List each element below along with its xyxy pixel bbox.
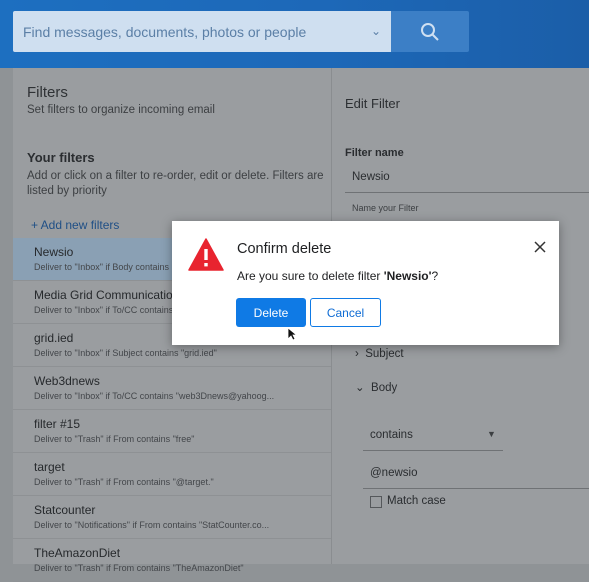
body-expander[interactable]: ⌄ Body xyxy=(355,380,397,394)
search-button[interactable] xyxy=(391,11,469,52)
search-input[interactable]: Find messages, documents, photos or peop… xyxy=(13,11,391,52)
filter-description: Deliver to "Trash" if From contains "@ta… xyxy=(34,477,214,487)
subject-expander[interactable]: › Subject xyxy=(355,348,404,360)
condition-underline xyxy=(363,450,503,451)
condition-select[interactable]: contains xyxy=(370,429,413,441)
filter-item[interactable]: Statcounter Deliver to "Notifications" i… xyxy=(13,496,331,539)
dropdown-arrow-icon[interactable]: ▼ xyxy=(487,429,496,439)
chevron-down-icon[interactable]: ⌄ xyxy=(371,24,381,38)
subject-label: Subject xyxy=(365,348,404,360)
match-case-checkbox[interactable] xyxy=(370,496,382,508)
cancel-button[interactable]: Cancel xyxy=(310,298,381,327)
filter-name-underline xyxy=(345,192,589,193)
filter-description: Deliver to "Inbox" if To/CC contains "we… xyxy=(34,391,275,401)
filter-name-hint: Name your Filter xyxy=(352,203,419,213)
dialog-filter-name: 'Newsio' xyxy=(383,269,432,283)
chevron-right-icon: › xyxy=(355,348,359,360)
filter-name: grid.ied xyxy=(34,331,74,345)
filter-name: Statcounter xyxy=(34,503,96,517)
filter-name-field[interactable]: Newsio xyxy=(352,171,390,183)
search-placeholder: Find messages, documents, photos or peop… xyxy=(23,24,307,40)
chevron-down-icon: ⌄ xyxy=(355,382,365,394)
filter-description: Deliver to "Inbox" if Body contains xyxy=(34,262,169,272)
match-case-label: Match case xyxy=(387,495,446,507)
filter-name-label: Filter name xyxy=(345,147,404,159)
your-filters-description: Add or click on a filter to re-order, ed… xyxy=(27,170,324,197)
add-new-filter-link[interactable]: + Add new filters xyxy=(31,218,119,232)
delete-button[interactable]: Delete xyxy=(236,298,306,327)
filter-description: Deliver to "Trash" if From contains "fre… xyxy=(34,434,195,444)
warning-icon xyxy=(188,238,224,271)
top-bar: Find messages, documents, photos or peop… xyxy=(0,0,589,68)
filter-item[interactable]: Web3dnews Deliver to "Inbox" if To/CC co… xyxy=(13,367,331,410)
dialog-message: Are you sure to delete filter 'Newsio'? xyxy=(237,269,438,283)
filter-description: Deliver to "Inbox" if To/CC contains xyxy=(34,305,174,315)
filter-item[interactable]: filter #15 Deliver to "Trash" if From co… xyxy=(13,410,331,453)
filter-item[interactable]: TheAmazonDiet Deliver to "Trash" if From… xyxy=(13,539,331,582)
filter-description: Deliver to "Inbox" if Subject contains "… xyxy=(34,348,217,358)
match-value-field[interactable]: @newsio xyxy=(370,467,417,479)
mouse-cursor-icon xyxy=(287,327,297,341)
search-icon xyxy=(421,23,439,41)
filter-name: TheAmazonDiet xyxy=(34,546,121,560)
filters-title: Filters xyxy=(27,84,68,101)
filter-description: Deliver to "Notifications" if From conta… xyxy=(34,520,270,530)
filter-description: Deliver to "Trash" if From contains "The… xyxy=(34,563,244,573)
match-value-underline xyxy=(363,488,589,489)
edit-filter-title: Edit Filter xyxy=(345,96,400,111)
close-icon[interactable] xyxy=(532,239,548,255)
confirm-delete-dialog: Confirm delete Are you sure to delete fi… xyxy=(172,221,559,345)
filter-name: filter #15 xyxy=(34,417,81,431)
dialog-message-suffix: ? xyxy=(431,269,439,283)
dialog-title: Confirm delete xyxy=(237,241,332,257)
your-filters-heading: Your filters xyxy=(27,150,95,165)
filter-item[interactable]: target Deliver to "Trash" if From contai… xyxy=(13,453,331,496)
dialog-message-prefix: Are you sure to delete filter xyxy=(237,269,384,283)
body-label: Body xyxy=(371,382,398,394)
filter-name: Web3dnews xyxy=(34,374,100,388)
filter-name: Newsio xyxy=(34,245,74,259)
filter-name: Media Grid Communication xyxy=(34,288,180,302)
filter-name: target xyxy=(34,460,65,474)
filters-subtitle: Set filters to organize incoming email xyxy=(27,104,215,116)
